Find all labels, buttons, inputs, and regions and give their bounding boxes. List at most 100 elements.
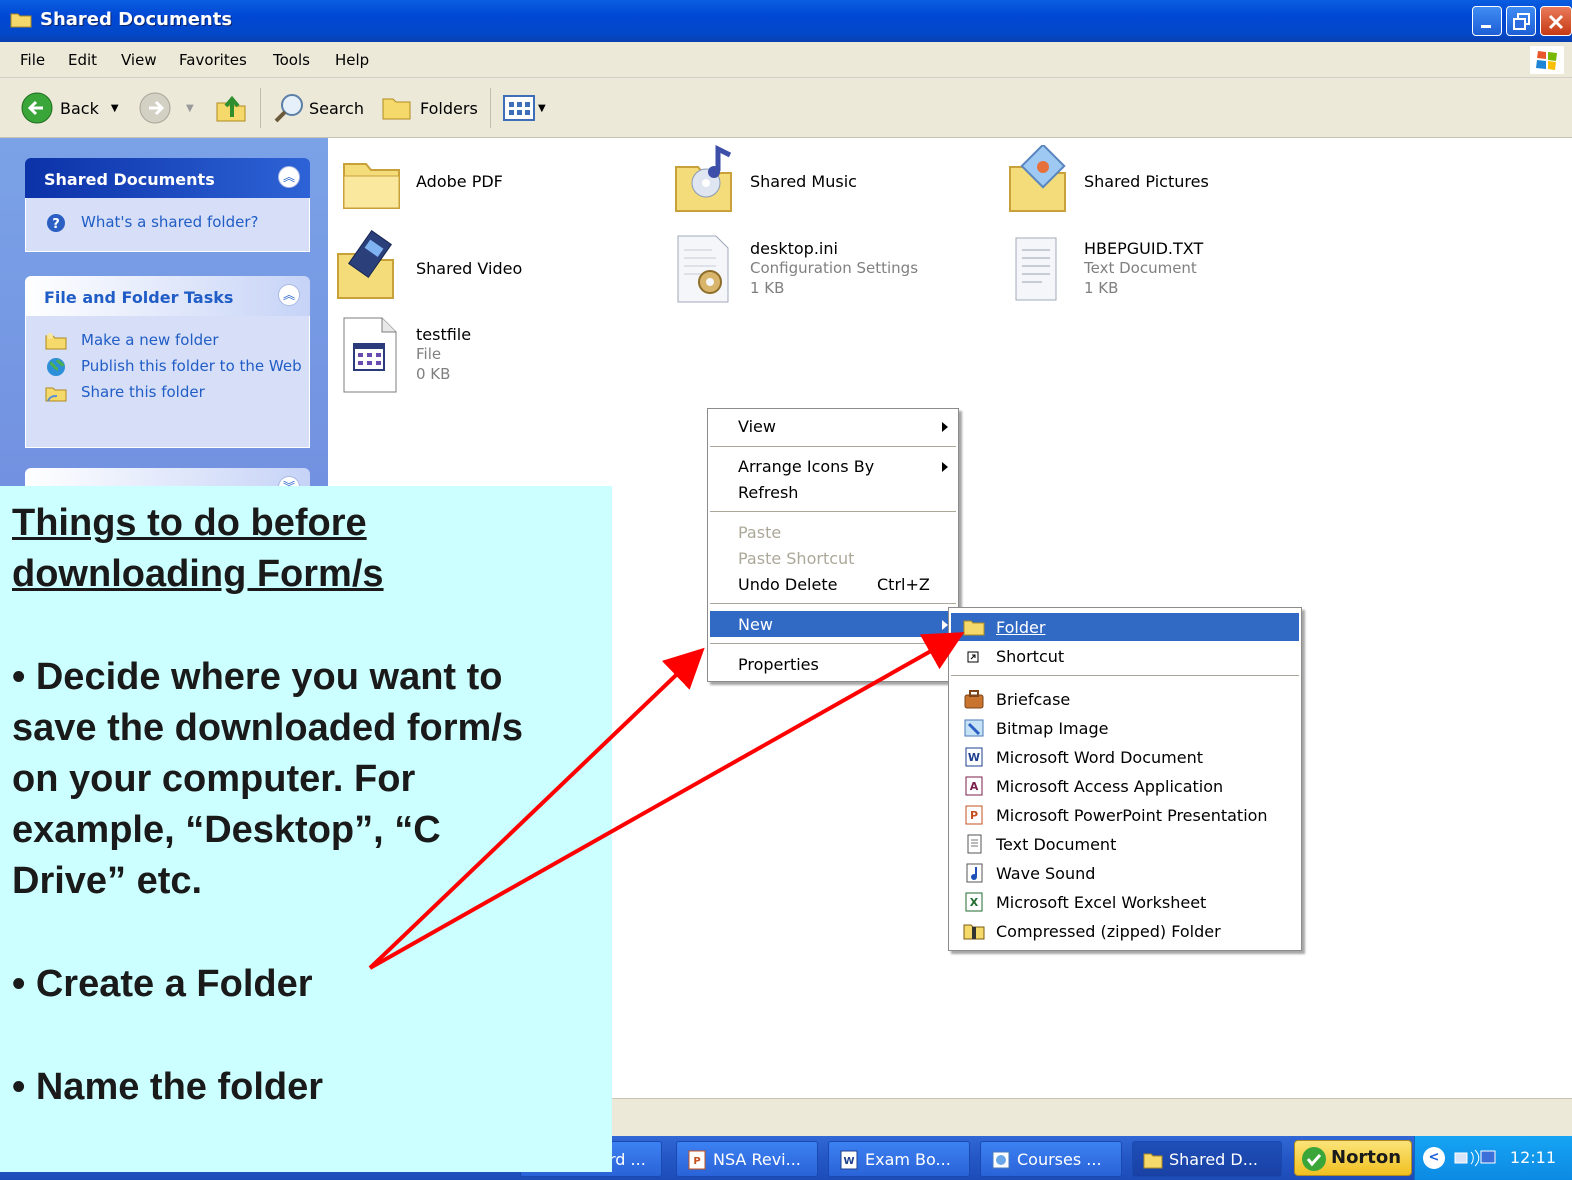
link-label: Publish this folder to the Web	[81, 357, 302, 375]
file-type: Configuration Settings	[750, 259, 919, 277]
submenu-item-powerpoint[interactable]: P Microsoft PowerPoint Presentation	[951, 801, 1299, 829]
submenu-item-excel[interactable]: X Microsoft Excel Worksheet	[951, 888, 1299, 916]
link-label: What's a shared folder?	[81, 213, 259, 231]
submenu-item-access[interactable]: A Microsoft Access Application	[951, 772, 1299, 800]
submenu-item-briefcase[interactable]: Briefcase	[951, 685, 1299, 713]
whats-shared-folder-link[interactable]: ? What's a shared folder?	[26, 212, 309, 232]
folder-item[interactable]: Shared Pictures	[1006, 143, 1209, 221]
file-name: Shared Pictures	[1084, 172, 1209, 191]
powerpoint-icon: P	[965, 805, 983, 825]
menu-item-properties[interactable]: Properties	[710, 651, 956, 677]
search-button[interactable]: Search	[272, 90, 364, 126]
chevron-left-icon[interactable]: <	[1423, 1147, 1445, 1169]
svg-text:W: W	[843, 1156, 854, 1167]
file-folder-tasks-body: Make a new folder Publish this folder to…	[25, 316, 310, 448]
menu-tools[interactable]: Tools	[273, 51, 310, 69]
menu-item-label: Arrange Icons By	[738, 457, 875, 476]
menu-item-label: Paste Shortcut	[738, 549, 855, 568]
task-label: Courses ...	[1017, 1150, 1102, 1169]
share-folder-link[interactable]: Share this folder	[26, 382, 309, 402]
menu-item-label: Microsoft Excel Worksheet	[996, 893, 1207, 912]
views-icon	[503, 95, 535, 121]
submenu-item-text-document[interactable]: Text Document	[951, 830, 1299, 858]
briefcase-icon	[964, 690, 984, 709]
callout-bullet: • Create a Folder	[12, 963, 313, 1005]
folder-item[interactable]: Shared Music	[672, 144, 857, 221]
submenu-item-bitmap[interactable]: Bitmap Image	[951, 714, 1299, 742]
menu-separator	[710, 603, 956, 604]
menu-item-label: Microsoft PowerPoint Presentation	[996, 806, 1268, 825]
restore-button[interactable]	[1506, 6, 1536, 36]
shortcut-icon	[967, 651, 979, 663]
views-button[interactable]: ▼	[502, 90, 546, 126]
file-name: testfile	[416, 325, 472, 344]
panel-title: Shared Documents	[44, 170, 215, 189]
folder-item[interactable]: Adobe PDF	[340, 150, 503, 218]
menu-item-label: Undo Delete	[738, 575, 838, 594]
collapse-icon[interactable]: ︽	[278, 166, 300, 188]
menu-item-label: View	[738, 417, 776, 436]
submenu-item-zip-folder[interactable]: Compressed (zipped) Folder	[951, 917, 1299, 945]
minimize-button[interactable]	[1472, 6, 1502, 36]
submenu-item-shortcut[interactable]: Shortcut	[951, 642, 1299, 670]
callout-bullet: • Decide where you want to	[12, 656, 503, 698]
menu-item-label: Briefcase	[996, 690, 1071, 709]
minimize-icon	[1481, 25, 1491, 28]
file-folder-tasks-header[interactable]: File and Folder Tasks ︽	[25, 276, 310, 316]
close-button[interactable]	[1540, 6, 1572, 36]
shared-documents-panel-header[interactable]: Shared Documents ︽	[25, 158, 310, 198]
taskbar-button[interactable]: Courses ...	[980, 1141, 1122, 1177]
menu-item-label: Text Document	[996, 835, 1117, 854]
menu-bar: File Edit View Favorites Tools Help	[0, 42, 1572, 78]
forward-button[interactable]: ▼	[138, 90, 194, 126]
back-button[interactable]: Back ▼	[20, 90, 119, 126]
callout-bullet: • Name the folder	[12, 1066, 324, 1108]
context-menu: View Arrange Icons By Refresh Paste Past…	[707, 408, 959, 682]
menu-item-refresh[interactable]: Refresh	[710, 479, 956, 505]
back-arrow-icon	[21, 92, 53, 124]
svg-text:?: ?	[52, 217, 60, 232]
shared-documents-panel: Shared Documents ︽ ? What's a shared fol…	[25, 158, 310, 252]
menu-item-label: Paste	[738, 523, 782, 542]
music-folder-icon	[675, 144, 732, 212]
globe-icon	[47, 358, 65, 376]
restore-icon	[1513, 13, 1530, 30]
dropdown-arrow-icon: ▼	[538, 102, 546, 114]
menu-edit[interactable]: Edit	[68, 51, 97, 69]
up-folder-button[interactable]	[214, 90, 248, 126]
menu-item-view[interactable]: View	[710, 413, 956, 439]
make-new-folder-link[interactable]: Make a new folder	[26, 330, 309, 350]
menu-file[interactable]: File	[20, 51, 45, 69]
callout-bullet: example, “Desktop”, “C	[12, 809, 441, 851]
submenu-item-word[interactable]: W Microsoft Word Document	[951, 743, 1299, 771]
taskbar-button[interactable]: W Exam Bo...	[828, 1141, 970, 1177]
submenu-arrow-icon	[942, 422, 948, 432]
file-item[interactable]: desktop.ini Configuration Settings 1 KB	[672, 234, 918, 308]
menu-help[interactable]: Help	[335, 51, 369, 69]
menu-item-undo-delete[interactable]: Undo Delete Ctrl+Z	[710, 571, 956, 597]
folder-item[interactable]: Shared Video	[336, 230, 522, 308]
panel-title: File and Folder Tasks	[44, 288, 234, 307]
norton-button[interactable]: Norton	[1294, 1140, 1412, 1176]
task-label: NSA Revi...	[713, 1150, 801, 1169]
system-tray: < 12:11	[1414, 1136, 1572, 1180]
menu-favorites[interactable]: Favorites	[179, 51, 247, 69]
file-item[interactable]: testfile File 0 KB	[340, 316, 471, 400]
submenu-item-folder[interactable]: Folder	[951, 613, 1299, 641]
publish-folder-link[interactable]: Publish this folder to the Web	[26, 356, 309, 376]
taskbar-button[interactable]: P NSA Revi...	[676, 1141, 818, 1177]
menu-view[interactable]: View	[121, 51, 157, 69]
submenu-item-wave-sound[interactable]: Wave Sound	[951, 859, 1299, 887]
network-icon[interactable]	[1453, 1148, 1499, 1168]
menu-separator	[710, 511, 956, 512]
folders-button[interactable]: Folders	[380, 90, 478, 126]
menu-item-new[interactable]: New	[710, 611, 956, 637]
generic-file-icon	[343, 317, 397, 393]
menu-item-arrange-icons[interactable]: Arrange Icons By	[710, 453, 956, 479]
file-name: Adobe PDF	[416, 172, 503, 191]
taskbar-button-active[interactable]: Shared D...	[1132, 1141, 1282, 1177]
folder-icon	[343, 163, 400, 209]
file-item[interactable]: HBEPGUID.TXT Text Document 1 KB	[1006, 234, 1203, 308]
task-label: Exam Bo...	[865, 1150, 951, 1169]
collapse-icon[interactable]: ︽	[278, 284, 300, 306]
